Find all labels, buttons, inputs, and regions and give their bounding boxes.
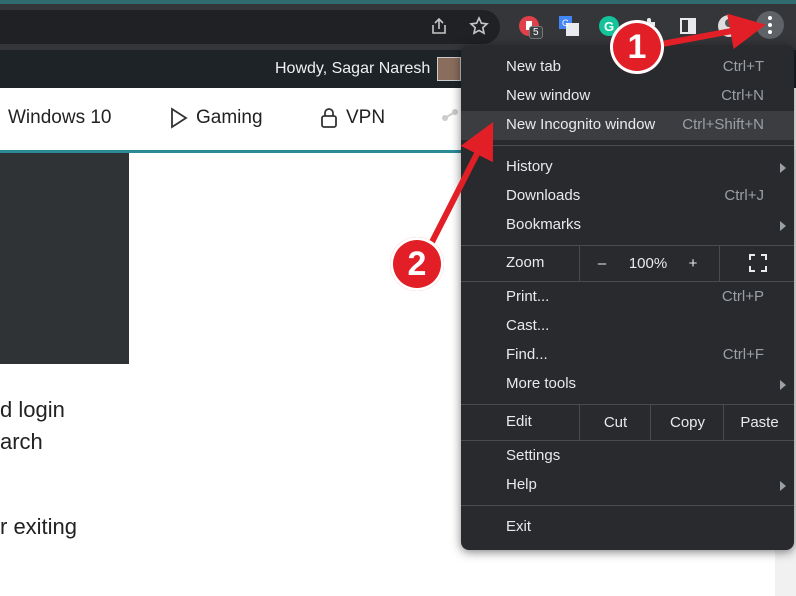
annotation-marker-2: 2 bbox=[390, 237, 444, 291]
annotation-arrows bbox=[429, 13, 766, 244]
annotation-arrow-1 bbox=[661, 13, 766, 49]
annotation-arrow-2 bbox=[429, 121, 494, 244]
annotation-marker-1: 1 bbox=[610, 20, 664, 74]
